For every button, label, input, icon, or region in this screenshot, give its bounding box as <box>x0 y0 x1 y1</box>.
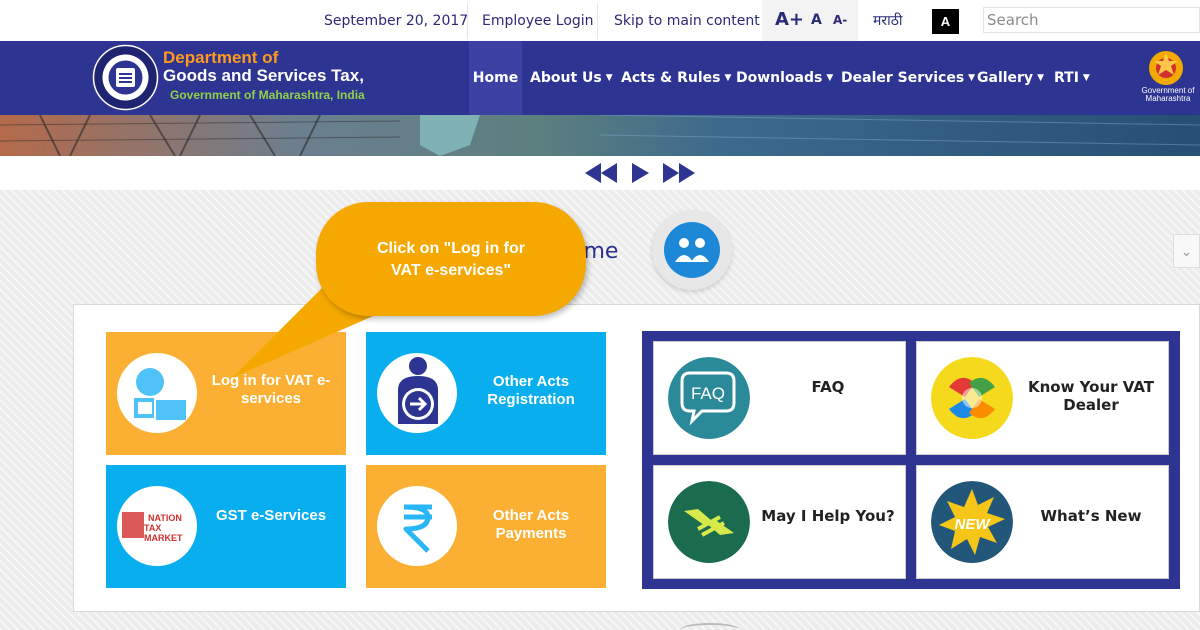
nation-tax-market-logo-icon: NATION TAX MARKET <box>122 512 183 543</box>
divider <box>597 3 598 39</box>
decorative-arc <box>680 623 740 630</box>
payments-label: Other Acts Payments <box>460 507 602 543</box>
faq-icon-text: FAQ <box>691 384 725 403</box>
nav-acts-rules[interactable]: Acts & Rules ▼ <box>621 41 731 115</box>
chevron-down-icon: ▼ <box>968 73 976 83</box>
chevron-down-icon: ⌄ <box>1180 243 1193 259</box>
fast-forward-icon[interactable] <box>661 161 697 185</box>
chevron-down-icon: ▼ <box>1082 73 1090 83</box>
help-label: May I Help You? <box>761 507 895 525</box>
registration-label-line2: Registration <box>487 391 575 408</box>
header-banner-image <box>0 115 1200 156</box>
slider-controls <box>0 156 1200 190</box>
registration-label: Other Acts Registration <box>460 373 602 409</box>
know-dealer-label-line1: Know Your VAT <box>1027 378 1155 396</box>
faq-icon: FAQ <box>668 357 750 439</box>
logo-text-market: MARKET <box>144 533 183 543</box>
chevron-down-icon: ▼ <box>605 73 613 83</box>
user-login-icon <box>134 368 186 420</box>
know-dealer-label: Know Your VAT Dealer <box>1017 378 1165 414</box>
rewind-icon[interactable] <box>583 161 619 185</box>
font-increase-button[interactable]: A+ <box>775 9 804 30</box>
scroll-toggle-button[interactable]: ⌄ <box>1173 234 1200 268</box>
registration-person-icon <box>398 357 438 424</box>
font-size-controls: A+ A A- <box>762 0 858 41</box>
payments-label-line1: Other Acts <box>492 507 570 524</box>
callout-line1: Click on "Log in for <box>376 240 526 257</box>
whats-new-label: What’s New <box>1040 507 1142 525</box>
nav-home[interactable]: Home <box>469 41 522 115</box>
new-badge-icon: NEW <box>931 481 1013 563</box>
nav-gallery-label: Gallery <box>977 70 1034 86</box>
nav-home-label: Home <box>472 70 519 86</box>
login-vat-label: Log in for VAT e- services <box>200 372 342 408</box>
chevron-down-icon: ▼ <box>1037 73 1044 83</box>
nav-about-us[interactable]: About Us ▼ <box>530 41 613 115</box>
faq-label: FAQ <box>811 378 845 396</box>
play-icon[interactable] <box>629 161 651 185</box>
may-i-help-you-card[interactable]: May I Help You? <box>653 465 906 579</box>
new-badge-text: NEW <box>955 516 992 533</box>
nav-rti[interactable]: RTI ▼ <box>1054 41 1090 115</box>
font-normal-button[interactable]: A <box>811 12 822 28</box>
rupee-icon <box>403 504 432 553</box>
current-date: September 20, 2017 <box>324 13 469 29</box>
government-label-line2: Maharashtra <box>1145 94 1191 103</box>
search-input[interactable] <box>984 8 1199 32</box>
faq-card[interactable]: FAQ FAQ <box>653 341 906 455</box>
gst-eservices-tile[interactable]: NATION TAX MARKET GST e-Services <box>106 465 346 588</box>
callout-line2: VAT e-services" <box>391 262 511 279</box>
registration-label-line1: Other Acts <box>492 373 570 390</box>
language-marathi-link[interactable]: मराठी <box>873 0 902 41</box>
nav-dealer-label: Dealer Services <box>841 70 965 86</box>
department-title-line1: Department of <box>163 48 279 67</box>
top-utility-bar: September 20, 2017 Employee Login Skip t… <box>0 0 1200 41</box>
gst-label: GST e-Services <box>215 507 327 524</box>
nav-about-label: About Us <box>530 70 602 86</box>
nav-downloads-label: Downloads <box>736 70 823 86</box>
skip-to-main-link[interactable]: Skip to main content <box>614 0 760 41</box>
maharashtra-emblem-icon <box>1149 51 1183 85</box>
nav-downloads[interactable]: Downloads ▼ <box>736 41 833 115</box>
site-header: Department of Goods and Services Tax, Go… <box>0 41 1200 115</box>
government-label: Government of Maharashtra <box>1137 87 1199 103</box>
welcome-badge <box>652 210 732 290</box>
search-box <box>983 7 1200 33</box>
contrast-toggle-button[interactable]: A <box>932 9 959 34</box>
login-vat-label-line2: services <box>240 390 302 407</box>
know-your-vat-dealer-card[interactable]: Know Your VAT Dealer <box>916 341 1169 455</box>
employee-login-link[interactable]: Employee Login <box>482 0 594 41</box>
people-icon <box>675 238 709 262</box>
department-title-line2: Goods and Services Tax, <box>163 66 364 85</box>
payments-label-line2: Payments <box>495 525 567 542</box>
chevron-down-icon: ▼ <box>826 73 834 83</box>
quick-links-box: FAQ FAQ Know Your VAT Dealer May I Help … <box>642 331 1180 589</box>
know-dealer-label-line2: Dealer <box>1063 396 1119 414</box>
other-acts-payments-tile[interactable]: Other Acts Payments <box>366 465 606 588</box>
logo-text-tax: TAX <box>144 523 161 533</box>
chevron-down-icon: ▼ <box>724 73 732 83</box>
instruction-callout-text: Click on "Log in for VAT e-services" <box>316 238 586 282</box>
font-decrease-button[interactable]: A- <box>833 13 847 27</box>
nav-rti-label: RTI <box>1054 70 1079 86</box>
logo-text-nation: NATION <box>148 513 182 523</box>
nav-gallery[interactable]: Gallery ▼ <box>977 41 1044 115</box>
whats-new-card[interactable]: NEW What’s New <box>916 465 1169 579</box>
login-vat-label-line1: Log in for VAT e- <box>211 372 331 389</box>
login-vat-eservices-tile[interactable]: Log in for VAT e- services <box>106 332 346 455</box>
divider <box>467 3 468 39</box>
handshake-colorful-icon <box>931 357 1013 439</box>
helping-hands-icon <box>668 481 750 563</box>
department-seal-icon <box>92 44 159 111</box>
other-acts-registration-tile[interactable]: Other Acts Registration <box>366 332 606 455</box>
nav-acts-label: Acts & Rules <box>621 70 721 86</box>
nav-dealer-services[interactable]: Dealer Services ▼ <box>841 41 975 115</box>
department-subtitle: Government of Maharashtra, India <box>170 88 365 102</box>
